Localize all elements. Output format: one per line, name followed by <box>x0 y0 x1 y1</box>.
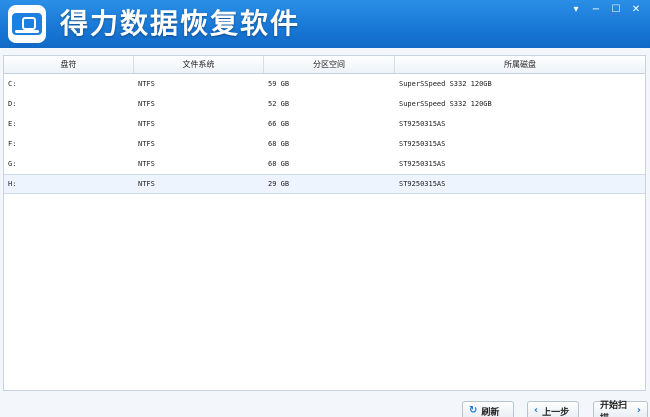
window-controls: ▾ − ☐ ✕ <box>568 4 644 16</box>
cell-drive: C: <box>8 80 17 88</box>
previous-step-button-label: 上一步 <box>542 407 570 417</box>
refresh-button[interactable]: ↻ 刷新 <box>462 401 514 417</box>
start-scan-button-label: 开始扫描 <box>600 401 628 417</box>
cell-size: 68 GB <box>268 160 290 168</box>
table-header: 盘符 文件系统 分区空间 所属磁盘 <box>4 56 645 74</box>
table-body: C: NTFS 59 GB SuperSSpeed S332 120GB D: … <box>4 74 645 194</box>
cell-drive: G: <box>8 160 17 168</box>
close-icon[interactable]: ✕ <box>628 4 644 16</box>
cell-filesystem: NTFS <box>138 160 155 168</box>
table-row[interactable]: F: NTFS 68 GB ST9250315AS <box>4 134 645 154</box>
refresh-button-label: 刷新 <box>481 407 500 417</box>
refresh-icon: ↻ <box>469 405 478 416</box>
table-row[interactable]: E: NTFS 66 GB ST9250315AS <box>4 114 645 134</box>
column-header-filesystem[interactable]: 文件系统 <box>134 56 264 73</box>
start-scan-button[interactable]: 开始扫描 › <box>593 401 648 417</box>
cell-filesystem: NTFS <box>138 80 155 88</box>
minimize-icon[interactable]: − <box>588 4 604 16</box>
drive-lock-icon <box>12 13 42 35</box>
app-title: 得力数据恢复软件 <box>60 7 301 40</box>
column-header-size[interactable]: 分区空间 <box>264 56 395 73</box>
cell-size: 29 GB <box>268 180 290 188</box>
cell-filesystem: NTFS <box>138 120 155 128</box>
table-row[interactable]: C: NTFS 59 GB SuperSSpeed S332 120GB <box>4 74 645 94</box>
cell-disk: SuperSSpeed S332 120GB <box>399 80 492 88</box>
title-bar: 得力数据恢复软件 ▾ − ☐ ✕ <box>0 0 650 48</box>
cell-disk: ST9250315AS <box>399 180 446 188</box>
cell-size: 52 GB <box>268 100 290 108</box>
cell-filesystem: NTFS <box>138 180 155 188</box>
maximize-icon[interactable]: ☐ <box>608 4 624 16</box>
cell-drive: D: <box>8 100 17 108</box>
cell-drive: E: <box>8 120 17 128</box>
chevron-right-icon: › <box>636 405 641 416</box>
table-row-selected[interactable]: H: NTFS 29 GB ST9250315AS <box>4 174 645 194</box>
table-row[interactable]: D: NTFS 52 GB SuperSSpeed S332 120GB <box>4 94 645 114</box>
cell-filesystem: NTFS <box>138 100 155 108</box>
cell-disk: SuperSSpeed S332 120GB <box>399 100 492 108</box>
menu-icon[interactable]: ▾ <box>568 4 584 16</box>
cell-disk: ST9250315AS <box>399 120 446 128</box>
app-logo-icon <box>8 5 46 43</box>
cell-disk: ST9250315AS <box>399 140 446 148</box>
partition-table: 盘符 文件系统 分区空间 所属磁盘 C: NTFS 59 GB SuperSSp… <box>3 55 646 391</box>
previous-step-button[interactable]: ‹ 上一步 <box>527 401 579 417</box>
table-row[interactable]: G: NTFS 68 GB ST9250315AS <box>4 154 645 174</box>
column-header-disk[interactable]: 所属磁盘 <box>395 56 645 73</box>
cell-size: 59 GB <box>268 80 290 88</box>
cell-size: 68 GB <box>268 140 290 148</box>
cell-filesystem: NTFS <box>138 140 155 148</box>
cell-disk: ST9250315AS <box>399 160 446 168</box>
cell-drive: H: <box>8 180 17 188</box>
cell-drive: F: <box>8 140 17 148</box>
cell-size: 66 GB <box>268 120 290 128</box>
column-header-drive[interactable]: 盘符 <box>4 56 134 73</box>
chevron-left-icon: ‹ <box>534 405 539 416</box>
